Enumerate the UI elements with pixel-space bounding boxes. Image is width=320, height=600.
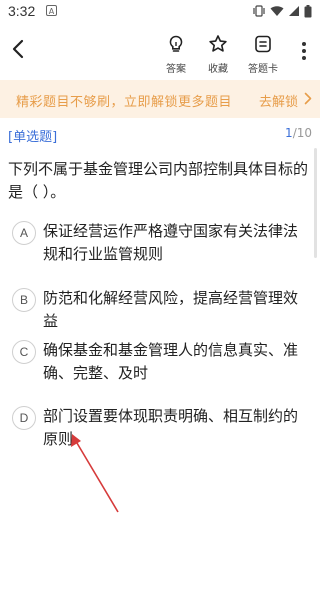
- signal-icon: [289, 6, 299, 16]
- scrollbar[interactable]: [314, 148, 317, 258]
- answer-label: 答案: [166, 64, 186, 75]
- lightbulb-icon: [169, 35, 183, 52]
- status-icons: [252, 4, 312, 18]
- battery-icon: [304, 4, 312, 17]
- back-arrow-icon[interactable]: [8, 38, 30, 60]
- vibrate-icon: [253, 5, 265, 17]
- option-letter: B: [12, 288, 36, 312]
- answer-button[interactable]: 答案: [156, 34, 196, 75]
- option-c[interactable]: C 确保基金和基金管理人的信息真实、准确、完整、及时: [12, 339, 308, 385]
- answer-card-label: 答题卡: [248, 64, 278, 75]
- option-letter: D: [12, 406, 36, 430]
- option-text: 确保基金和基金管理人的信息真实、准确、完整、及时: [43, 341, 299, 382]
- answer-card-button[interactable]: 答题卡: [243, 34, 283, 75]
- annotation-arrow: [71, 434, 119, 513]
- favorite-label: 收藏: [208, 64, 228, 75]
- option-d[interactable]: D 部门设置要体现职责明确、相互制约的原则: [12, 405, 308, 451]
- question-type: [单选题]: [8, 130, 58, 145]
- unlock-link[interactable]: 去解锁: [259, 91, 298, 110]
- status-time: 3:32: [8, 3, 36, 19]
- answer-card-icon: [255, 35, 271, 53]
- favorite-button[interactable]: 收藏: [198, 34, 238, 75]
- more-options-icon[interactable]: [302, 42, 306, 63]
- chevron-right-icon: [304, 92, 312, 105]
- question-current: 1: [285, 126, 293, 140]
- status-bar: 3:32 A: [0, 0, 320, 22]
- unlock-banner[interactable]: 精彩题目不够刷，立即解锁更多题目 去解锁: [0, 80, 320, 118]
- option-a[interactable]: A 保证经营运作严格遵守国家有关法律法规和行业监管规则: [12, 220, 308, 266]
- option-letter: A: [12, 221, 36, 245]
- banner-message: 精彩题目不够刷，立即解锁更多题目: [16, 95, 233, 110]
- notification-icon: A: [46, 5, 57, 16]
- option-text: 保证经营运作严格遵守国家有关法律法规和行业监管规则: [43, 222, 299, 263]
- wifi-icon: [270, 6, 284, 16]
- question-total: /10: [292, 126, 312, 140]
- star-icon: [209, 35, 227, 52]
- question-text: 下列不属于基金管理公司内部控制具体目标的是（ ）。: [8, 160, 309, 201]
- option-b[interactable]: B 防范和化解经营风险，提高经营管理效益: [12, 287, 308, 333]
- question-counter: 1/10: [285, 126, 312, 140]
- top-toolbar: 答案 收藏 答题卡: [0, 24, 320, 75]
- option-letter: C: [12, 340, 36, 364]
- option-text: 防范和化解经营风险，提高经营管理效益: [43, 289, 299, 330]
